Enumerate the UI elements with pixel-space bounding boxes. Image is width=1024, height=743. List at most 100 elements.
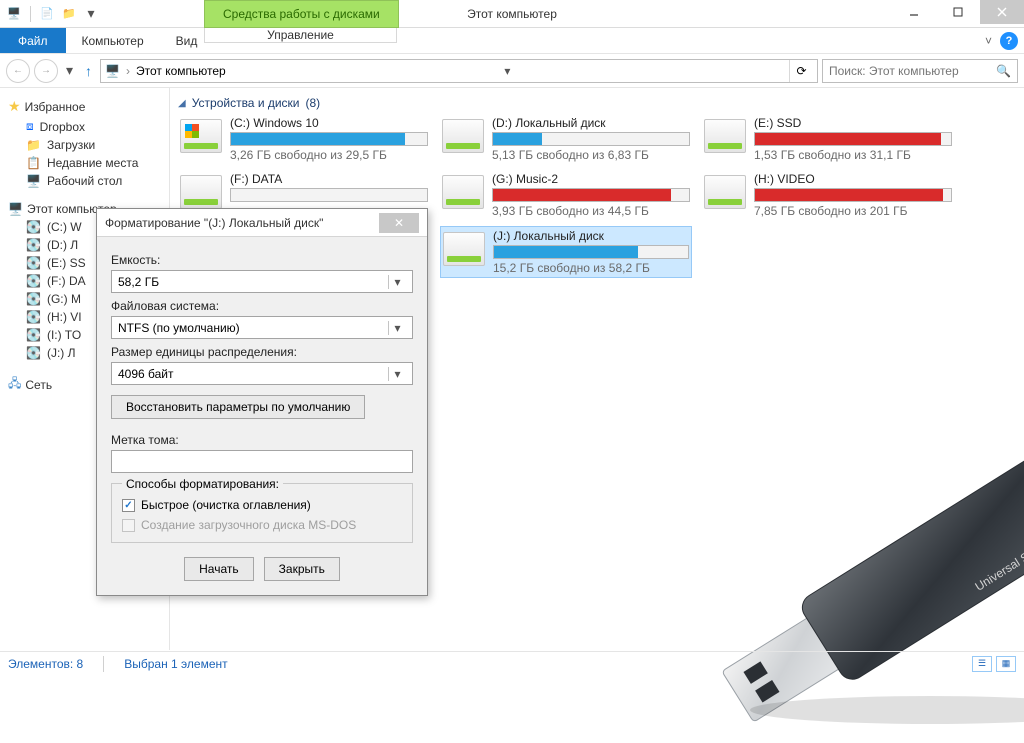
nav-item-desktop[interactable]: 🖥️ Рабочий стол	[4, 172, 165, 190]
status-separator	[103, 656, 104, 672]
capacity-bar	[754, 188, 952, 202]
drive-body: (F:) DATA	[230, 172, 428, 204]
drive-tile[interactable]: (D:) Локальный диск5,13 ГБ свободно из 6…	[440, 114, 692, 164]
drive-body: (E:) SSD1,53 ГБ свободно из 31,1 ГБ	[754, 116, 952, 162]
drive-body: (H:) VIDEO7,85 ГБ свободно из 201 ГБ	[754, 172, 952, 218]
network-icon: 🖧	[8, 374, 21, 395]
recent-icon: 📋	[26, 156, 41, 170]
drive-tile[interactable]: (C:) Windows 103,26 ГБ свободно из 29,5 …	[178, 114, 430, 164]
view-details-button[interactable]: ☰	[972, 656, 992, 672]
maximize-button[interactable]	[936, 0, 980, 24]
network-label: Сеть	[25, 378, 52, 392]
breadcrumb-location[interactable]: Этот компьютер	[136, 64, 226, 78]
qat-dropdown-icon[interactable]: ▾	[83, 6, 99, 22]
start-button[interactable]: Начать	[184, 557, 254, 581]
search-box[interactable]: 🔍	[822, 59, 1018, 83]
group-title: Устройства и диски	[192, 96, 300, 110]
drive-body: (D:) Локальный диск5,13 ГБ свободно из 6…	[492, 116, 690, 162]
drive-icon	[442, 175, 484, 209]
ribbon-expand-icon[interactable]: ˅	[985, 34, 992, 48]
capacity-bar	[230, 188, 428, 202]
allocation-label: Размер единицы распределения:	[111, 345, 413, 359]
capacity-combo[interactable]: 58,2 ГБ ▾	[111, 270, 413, 293]
quick-format-checkbox[interactable]: Быстрое (очистка оглавления)	[122, 498, 402, 512]
nav-item-label: Dropbox	[40, 120, 85, 134]
restore-defaults-button[interactable]: Восстановить параметры по умолчанию	[111, 395, 365, 419]
drive-body: (G:) Music-23,93 ГБ свободно из 44,5 ГБ	[492, 172, 690, 218]
tab-manage[interactable]: Управление	[204, 28, 397, 43]
address-bar-row: ← → ▾ ↑ 🖥️ › Этот компьютер ▾ ⟳ 🔍	[0, 54, 1024, 88]
drive-icon: 💽	[26, 346, 41, 360]
nav-item-label: Рабочий стол	[47, 174, 122, 188]
volume-label-label: Метка тома:	[111, 433, 413, 447]
help-icon[interactable]: ?	[1000, 32, 1018, 50]
drive-tile[interactable]: (E:) SSD1,53 ГБ свободно из 31,1 ГБ	[702, 114, 954, 164]
properties-icon[interactable]: 📄	[39, 6, 55, 22]
format-dialog: Форматирование "(J:) Локальный диск" ✕ Е…	[96, 208, 428, 596]
msdos-boot-checkbox: Создание загрузочного диска MS-DOS	[122, 518, 402, 532]
dialog-title-bar[interactable]: Форматирование "(J:) Локальный диск" ✕	[97, 209, 427, 237]
star-icon: ★	[8, 98, 21, 115]
contextual-tab-header: Средства работы с дисками	[204, 0, 399, 28]
close-button[interactable]	[980, 0, 1024, 24]
collapse-icon: ◢	[178, 98, 186, 109]
new-folder-icon[interactable]: 📁	[61, 6, 77, 22]
address-bar[interactable]: 🖥️ › Этот компьютер ▾ ⟳	[100, 59, 818, 83]
filesystem-label: Файловая система:	[111, 299, 413, 313]
dialog-body: Емкость: 58,2 ГБ▾ Файловая система: NTFS…	[97, 237, 427, 595]
drive-tile[interactable]: (J:) Локальный диск15,2 ГБ свободно из 5…	[440, 226, 692, 278]
drive-name: (F:) DATA	[230, 172, 428, 186]
up-button[interactable]: ↑	[81, 63, 96, 79]
capacity-bar	[492, 188, 690, 202]
view-tiles-button[interactable]: ▦	[996, 656, 1016, 672]
nav-title-favorites[interactable]: ★ Избранное	[4, 96, 165, 117]
nav-item-label: (D:) Л	[47, 238, 78, 252]
refresh-button[interactable]: ⟳	[789, 60, 813, 82]
minimize-button[interactable]	[892, 0, 936, 24]
dialog-close-button[interactable]: ✕	[379, 213, 419, 233]
drive-body: (J:) Локальный диск15,2 ГБ свободно из 5…	[493, 229, 689, 275]
drive-name: (H:) VIDEO	[754, 172, 952, 186]
search-input[interactable]	[829, 64, 996, 78]
favorites-label: Избранное	[25, 100, 86, 114]
computer-icon: 🖥️	[8, 202, 23, 216]
drive-tile[interactable]: (G:) Music-23,93 ГБ свободно из 44,5 ГБ	[440, 170, 692, 220]
pc-icon: 🖥️	[105, 64, 120, 78]
window-controls	[892, 0, 1024, 24]
tab-computer[interactable]: Компьютер	[66, 28, 160, 53]
nav-item-downloads[interactable]: 📁Загрузки	[4, 136, 165, 154]
address-dropdown-icon[interactable]: ▾	[498, 64, 516, 78]
drive-tile[interactable]: (H:) VIDEO7,85 ГБ свободно из 201 ГБ	[702, 170, 954, 220]
drive-name: (D:) Локальный диск	[492, 116, 690, 130]
forward-button[interactable]: →	[34, 59, 58, 83]
desktop-icon: 🖥️	[26, 174, 41, 188]
chevron-down-icon: ▾	[388, 275, 406, 289]
drive-freespace: 15,2 ГБ свободно из 58,2 ГБ	[493, 261, 689, 275]
nav-item-label: (H:) VI	[47, 310, 82, 324]
status-selected: Выбран 1 элемент	[124, 657, 227, 671]
nav-item-label: (J:) Л	[47, 346, 76, 360]
recent-locations-button[interactable]: ▾	[62, 62, 77, 79]
nav-item-label: (C:) W	[47, 220, 82, 234]
nav-item-dropbox[interactable]: ⧈ Dropbox	[4, 117, 165, 136]
drive-freespace: 3,26 ГБ свободно из 29,5 ГБ	[230, 148, 428, 162]
filesystem-combo[interactable]: NTFS (по умолчанию)▾	[111, 316, 413, 339]
search-icon: 🔍	[996, 64, 1011, 78]
nav-group-favorites: ★ Избранное ⧈ Dropbox 📁Загрузки 📋Недавние …	[4, 96, 165, 190]
drive-icon: 💽	[26, 238, 41, 252]
nav-item-recent[interactable]: 📋Недавние места	[4, 154, 165, 172]
close-dialog-button[interactable]: Закрыть	[264, 557, 340, 581]
drive-icon	[704, 175, 746, 209]
drive-icon	[180, 119, 222, 153]
file-tab[interactable]: Файл	[0, 28, 66, 53]
capacity-value: 58,2 ГБ	[118, 275, 159, 289]
group-header-devices[interactable]: ◢ Устройства и диски (8)	[174, 96, 1020, 114]
drive-icon: 💽	[26, 274, 41, 288]
volume-label-input[interactable]	[111, 450, 413, 473]
drive-freespace: 1,53 ГБ свободно из 31,1 ГБ	[754, 148, 952, 162]
back-button[interactable]: ←	[6, 59, 30, 83]
window-title: Этот компьютер	[467, 7, 557, 21]
allocation-combo[interactable]: 4096 байт▾	[111, 362, 413, 385]
filesystem-value: NTFS (по умолчанию)	[118, 321, 240, 335]
dropbox-icon: ⧈	[26, 119, 34, 134]
